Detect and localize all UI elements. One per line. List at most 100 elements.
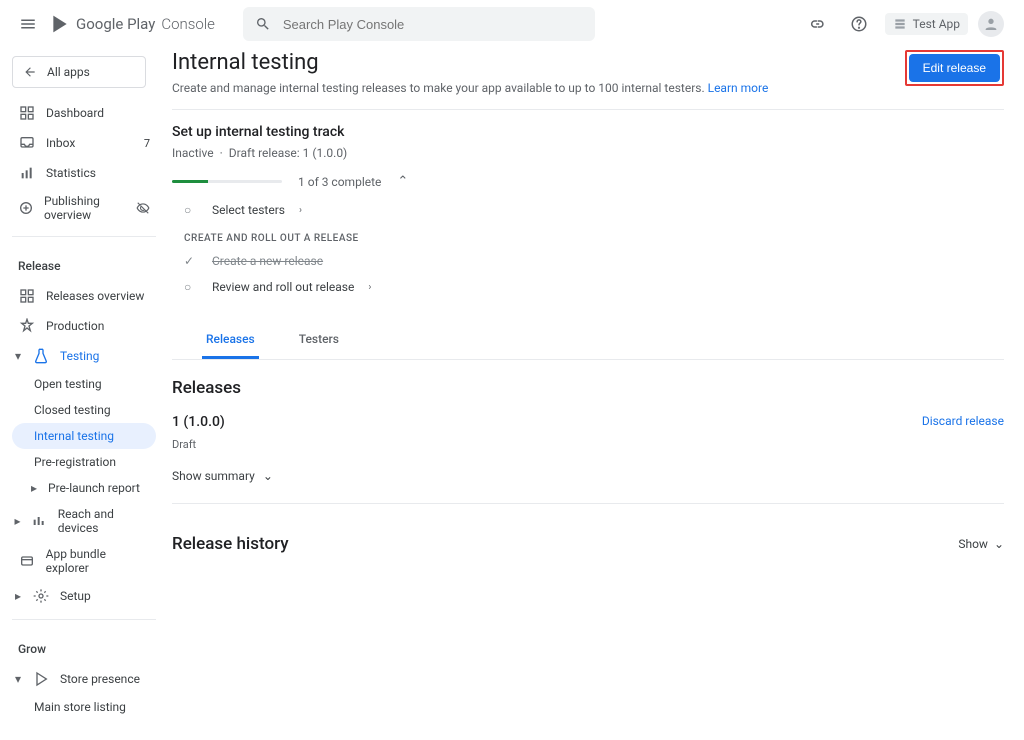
tabs: Releases Testers [172,322,1004,360]
store-icon [32,670,50,688]
caret-right-icon: ▸ [12,514,23,528]
inbox-badge: 7 [144,137,150,150]
step-review-rollout[interactable]: ○ Review and roll out release › [184,274,1004,300]
discard-release-link[interactable]: Discard release [922,414,1004,428]
sidebar-item-pre-registration[interactable]: Pre-registration [12,449,156,475]
sidebar-item-setup[interactable]: ▸ Setup [12,581,156,611]
release-history-header: Release history [172,534,289,554]
help-icon[interactable] [843,8,875,40]
history-show-label: Show [958,537,988,551]
sidebar-label: Inbox [46,136,75,150]
main-content: Internal testing Create and manage inter… [168,48,1024,740]
sidebar-item-main-store-listing[interactable]: Main store listing [12,694,156,720]
sidebar-label: App bundle explorer [46,547,150,575]
chevron-down-icon: ⌄ [263,469,273,483]
brand-text-2: Console [161,15,215,33]
release-status: Draft [172,438,1004,451]
user-icon [983,16,999,32]
progress-text: 1 of 3 complete [298,175,381,189]
tab-testers[interactable]: Testers [295,322,343,359]
devices-icon [31,512,48,530]
sidebar-item-internal-testing[interactable]: Internal testing [12,423,156,449]
play-logo-icon [50,14,70,34]
release-name: 1 (1.0.0) [172,414,225,430]
step-label: Select testers [212,203,285,217]
menu-icon[interactable] [8,4,48,44]
chevron-right-icon: › [299,205,302,216]
brand-text: Google Play [76,15,155,33]
track-header: Set up internal testing track [172,124,1004,140]
app-icon [893,17,907,31]
caret-right-icon: ▸ [28,481,40,495]
sidebar-label: Pre-launch report [48,481,140,495]
inbox-icon [18,134,36,152]
step-label: Review and roll out release [212,280,354,294]
sidebar-label: Testing [60,349,99,363]
back-all-apps[interactable]: All apps [12,56,146,88]
search-input[interactable] [283,17,583,32]
testing-icon [32,347,50,365]
check-icon: ✓ [184,254,198,268]
sidebar-label: Pre-registration [34,455,116,469]
learn-more-link[interactable]: Learn more [708,81,769,95]
track-status: Inactive [172,146,214,160]
search-box[interactable] [243,7,595,41]
page-desc: Create and manage internal testing relea… [172,81,705,95]
sidebar-item-statistics[interactable]: Statistics [12,158,156,188]
caret-down-icon: ▾ [12,349,24,363]
sidebar-label: Publishing overview [44,194,126,222]
avatar[interactable] [978,11,1004,37]
sidebar-item-store-presence[interactable]: ▾ Store presence [12,664,156,694]
sidebar-item-production[interactable]: Production [12,311,156,341]
sidebar-label: Internal testing [34,429,114,443]
step-label: Create a new release [212,254,323,268]
brand[interactable]: Google Play Console [50,14,215,34]
sidebar-item-releases-overview[interactable]: Releases overview [12,281,156,311]
bullet-icon: ○ [184,280,198,294]
sidebar-label: Setup [60,589,91,603]
tab-releases[interactable]: Releases [202,322,259,359]
step-create-release[interactable]: ✓ Create a new release [184,248,1004,274]
link-icon[interactable] [801,8,833,40]
section-release: Release [12,245,156,281]
stats-icon [18,164,36,182]
sidebar-label: Production [46,319,104,333]
sidebar-label: Reach and devices [58,507,150,535]
collapse-icon[interactable]: ⌃ [397,174,408,189]
sidebar-item-testing[interactable]: ▾ Testing [12,341,156,371]
top-bar: Google Play Console Test App [0,0,1024,48]
search-icon [255,16,271,32]
page-title: Internal testing [172,50,768,75]
step-subheader: CREATE AND ROLL OUT A RELEASE [184,233,1004,244]
gear-icon [32,587,50,605]
sidebar-label: Open testing [34,377,102,391]
sidebar-item-open-testing[interactable]: Open testing [12,371,156,397]
bullet-icon: ○ [184,203,198,217]
sidebar-item-inbox[interactable]: Inbox 7 [12,128,156,158]
publish-off-icon [136,201,150,215]
sidebar-item-dashboard[interactable]: Dashboard [12,98,156,128]
publish-icon [18,199,34,217]
sidebar-item-reach[interactable]: ▸ Reach and devices [12,501,156,541]
sidebar-item-publishing[interactable]: Publishing overview [12,188,156,228]
step-select-testers[interactable]: ○ Select testers › [184,197,1004,223]
sidebar-item-bundle[interactable]: App bundle explorer [12,541,156,581]
caret-down-icon: ▾ [12,672,24,686]
dashboard-icon [18,104,36,122]
edit-release-highlight: Edit release [905,50,1004,86]
sidebar-item-closed-testing[interactable]: Closed testing [12,397,156,423]
arrow-left-icon [23,65,37,79]
section-grow: Grow [12,628,156,664]
sidebar-label: Store presence [60,672,140,686]
sidebar-label: Main store listing [34,700,126,714]
history-show-toggle[interactable]: Show ⌄ [958,537,1004,551]
show-summary-label: Show summary [172,469,255,483]
sidebar-item-prelaunch[interactable]: ▸ Pre-launch report [12,475,156,501]
app-selector[interactable]: Test App [885,13,968,35]
progress-bar [172,180,282,183]
edit-release-button[interactable]: Edit release [909,54,1000,82]
show-summary-toggle[interactable]: Show summary ⌄ [172,469,1004,483]
track-draft: Draft release: 1 (1.0.0) [229,146,347,160]
bundle-icon [18,552,36,570]
sidebar-label: Releases overview [46,289,144,303]
